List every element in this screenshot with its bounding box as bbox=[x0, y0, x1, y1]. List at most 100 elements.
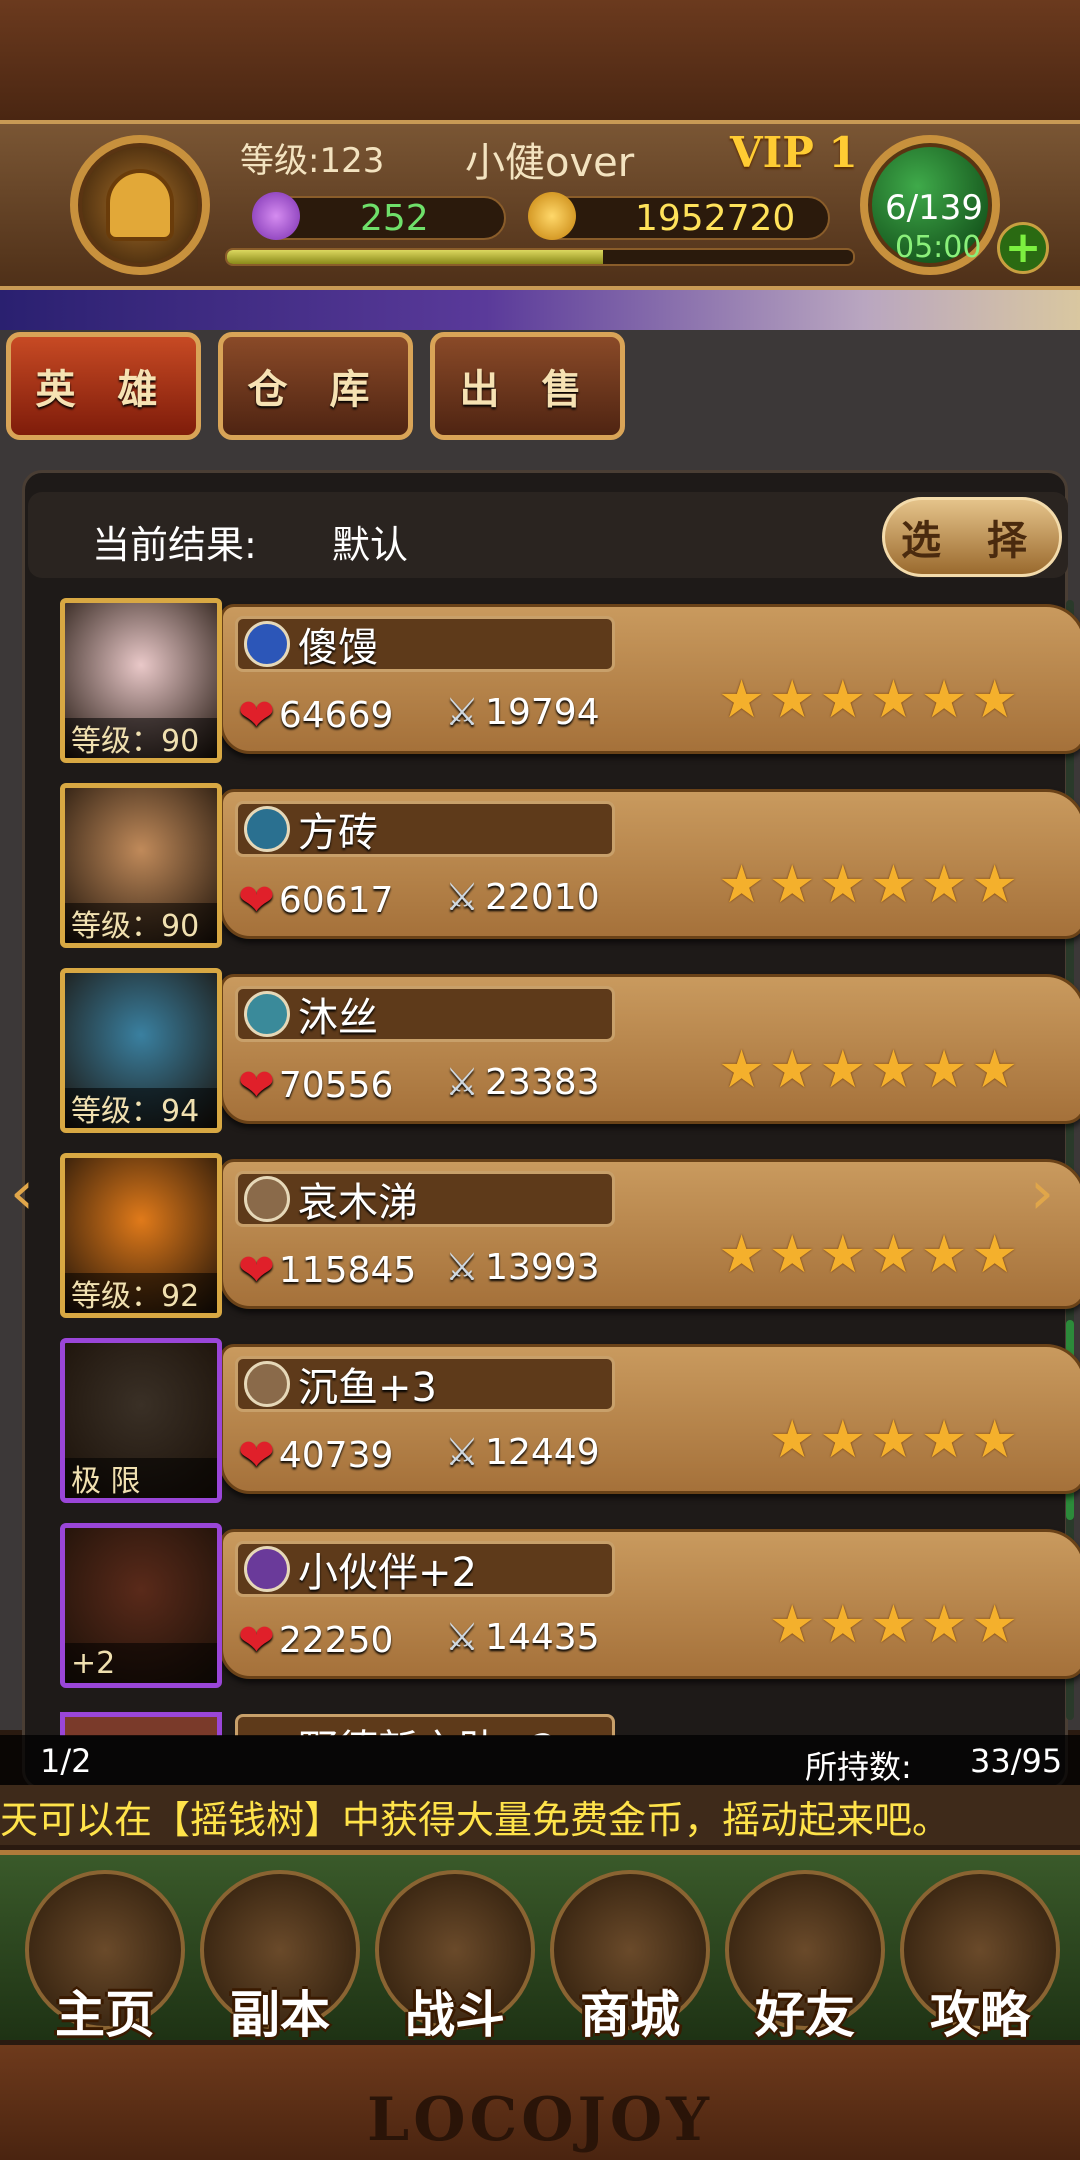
key-icon bbox=[244, 806, 290, 852]
hero-attack-value: 12449 bbox=[485, 1431, 600, 1473]
hero-hp-value: 60617 bbox=[278, 880, 394, 921]
nav-label[interactable]: 商城 bbox=[545, 1975, 715, 2047]
star-icon: ★ bbox=[971, 1410, 1018, 1470]
star-icon: ★ bbox=[768, 855, 816, 915]
top-banner bbox=[0, 0, 1080, 120]
star-icon: ★ bbox=[971, 855, 1018, 915]
star-icon: ★ bbox=[768, 1410, 816, 1470]
tab-warehouse[interactable]: 仓 库 bbox=[218, 332, 413, 440]
hero-level-label: 等级：90 bbox=[65, 903, 217, 943]
tab-heroes[interactable]: 英 雄 bbox=[6, 332, 201, 440]
experience-bar bbox=[225, 248, 855, 266]
nav-label[interactable]: 好友 bbox=[720, 1975, 890, 2047]
star-icon: ★ bbox=[768, 1225, 816, 1285]
hero-name-box: 哀木涕 bbox=[235, 1171, 615, 1227]
star-icon: ★ bbox=[971, 670, 1018, 730]
star-icon: ★ bbox=[920, 670, 968, 730]
hero-name: 小伙伴+2 bbox=[298, 1550, 477, 1596]
hero-star-rating: ★ ★ ★ ★ ★ bbox=[769, 1414, 1018, 1466]
heart-icon: ❤ bbox=[238, 690, 275, 741]
hero-star-rating: ★ ★ ★ ★ ★ ★ bbox=[718, 1229, 1018, 1281]
nav-label[interactable]: 主页 bbox=[20, 1975, 190, 2047]
star-icon: ★ bbox=[718, 855, 765, 915]
hero-name: 方砖 bbox=[298, 810, 378, 856]
hero-row[interactable]: 等级：92 哀木涕 ❤ 115845 ⚔ 13993 ★ ★ ★ ★ ★ ★ bbox=[60, 1153, 1080, 1323]
hero-attack-value: 19794 bbox=[485, 691, 600, 733]
hero-hp-value: 70556 bbox=[278, 1065, 394, 1106]
heart-icon: ❤ bbox=[238, 1060, 275, 1111]
hero-row[interactable]: 等级：90 傻馒 ❤ 64669 ⚔ 19794 ★ ★ ★ ★ ★ ★ bbox=[60, 598, 1080, 768]
hero-star-rating: ★ ★ ★ ★ ★ ★ bbox=[718, 859, 1018, 911]
energy-timer: 05:00 bbox=[895, 230, 982, 265]
star-icon: ★ bbox=[768, 670, 816, 730]
hero-level-label: 等级：94 bbox=[65, 1088, 217, 1128]
hero-star-rating: ★ ★ ★ ★ ★ ★ bbox=[718, 1044, 1018, 1096]
hero-portrait[interactable]: 等级：92 bbox=[60, 1153, 222, 1318]
star-icon: ★ bbox=[819, 1040, 867, 1100]
heart-icon: ❤ bbox=[238, 1245, 275, 1296]
star-icon: ★ bbox=[971, 1225, 1018, 1285]
energy-value: 6/139 bbox=[885, 188, 983, 228]
add-energy-button[interactable]: + bbox=[997, 222, 1049, 274]
hero-star-rating: ★ ★ ★ ★ ★ bbox=[769, 1599, 1018, 1651]
hero-name: 沐丝 bbox=[298, 995, 378, 1041]
hero-attack: ⚔ 14435 bbox=[445, 1615, 600, 1659]
heart-icon: ❤ bbox=[238, 875, 275, 926]
hero-hp: ❤ 115845 bbox=[238, 1245, 416, 1296]
hero-portrait[interactable]: +2 bbox=[60, 1523, 222, 1688]
hero-portrait[interactable]: 极 限 bbox=[60, 1338, 222, 1503]
tab-sell[interactable]: 出 售 bbox=[430, 332, 625, 440]
star-icon: ★ bbox=[870, 1410, 917, 1470]
announcement-ticker: 天可以在【摇钱树】中获得大量免费金币，摇动起来吧。 bbox=[0, 1785, 1080, 1845]
crossed-swords-icon: ⚔ bbox=[445, 1245, 480, 1289]
owned-count-label: 所持数: bbox=[805, 1748, 912, 1786]
locojoy-logo: LOCOJOY bbox=[367, 2085, 713, 2155]
nav-label[interactable]: 战斗 bbox=[370, 1975, 540, 2047]
player-level: 等级:123 bbox=[240, 141, 385, 181]
hero-name: 沉鱼+3 bbox=[298, 1365, 437, 1411]
crossed-swords-icon: ⚔ bbox=[445, 875, 480, 919]
hero-level-label: 等级：90 bbox=[65, 718, 217, 758]
hero-row[interactable]: 等级：94 沐丝 ❤ 70556 ⚔ 23383 ★ ★ ★ ★ ★ ★ bbox=[60, 968, 1080, 1138]
owned-count-value: 33/95 bbox=[970, 1742, 1063, 1780]
select-filter-button[interactable]: 选 择 bbox=[882, 497, 1062, 577]
hero-row[interactable]: +2 小伙伴+2 ❤ 22250 ⚔ 14435 ★ ★ ★ ★ ★ bbox=[60, 1523, 1080, 1693]
hero-hp-value: 64669 bbox=[278, 695, 394, 736]
hero-portrait[interactable]: 等级：94 bbox=[60, 968, 222, 1133]
hero-attack: ⚔ 12449 bbox=[445, 1430, 600, 1474]
star-icon: ★ bbox=[768, 1595, 816, 1655]
gems-value: 252 bbox=[360, 198, 429, 239]
hero-hp-value: 115845 bbox=[278, 1250, 417, 1291]
hero-level-label: 等级：92 bbox=[65, 1273, 217, 1313]
previous-page-arrow[interactable]: ‹ bbox=[10, 1158, 34, 1228]
gold-value: 1952720 bbox=[635, 198, 796, 239]
nav-label[interactable]: 攻略 bbox=[895, 1975, 1065, 2047]
filter-value: 默认 bbox=[332, 523, 409, 567]
hero-name-box: 小伙伴+2 bbox=[235, 1541, 615, 1597]
vip-badge[interactable]: VIP 1 bbox=[730, 128, 858, 177]
page-indicator: 1/2 bbox=[40, 1742, 92, 1780]
hero-portrait[interactable]: 等级：90 bbox=[60, 783, 222, 948]
star-icon: ★ bbox=[971, 1595, 1018, 1655]
hero-name-box: 沐丝 bbox=[235, 986, 615, 1042]
crossed-swords-icon: ⚔ bbox=[445, 1615, 480, 1659]
claw-icon bbox=[244, 1176, 290, 1222]
crossed-swords-icon: ⚔ bbox=[445, 1060, 480, 1104]
hero-level-label: 极 限 bbox=[65, 1458, 217, 1498]
experience-fill bbox=[227, 250, 603, 264]
hero-row[interactable]: 极 限沉鱼+3 ❤ 40739 ⚔ 12449 ★ ★ ★ ★ ★ bbox=[60, 1338, 1080, 1508]
claw-icon bbox=[244, 1361, 290, 1407]
pagination-bar: 1/2 所持数: 33/95 bbox=[0, 1735, 1080, 1786]
player-avatar[interactable] bbox=[70, 135, 210, 275]
hero-portrait[interactable]: 等级：90 bbox=[60, 598, 222, 763]
hero-row-partial[interactable]: 野德新之助+2 bbox=[60, 1712, 1030, 1736]
hero-attack-value: 22010 bbox=[485, 876, 600, 918]
star-icon: ★ bbox=[819, 855, 867, 915]
hero-attack-value: 13993 bbox=[485, 1246, 600, 1288]
hero-name-box: 方砖 bbox=[235, 801, 615, 857]
heart-icon: ❤ bbox=[238, 1430, 275, 1481]
next-page-arrow[interactable]: › bbox=[1030, 1158, 1054, 1228]
star-icon: ★ bbox=[870, 1225, 917, 1285]
nav-label[interactable]: 副本 bbox=[195, 1975, 365, 2047]
hero-row[interactable]: 等级：90 方砖 ❤ 60617 ⚔ 22010 ★ ★ ★ ★ ★ ★ bbox=[60, 783, 1080, 953]
